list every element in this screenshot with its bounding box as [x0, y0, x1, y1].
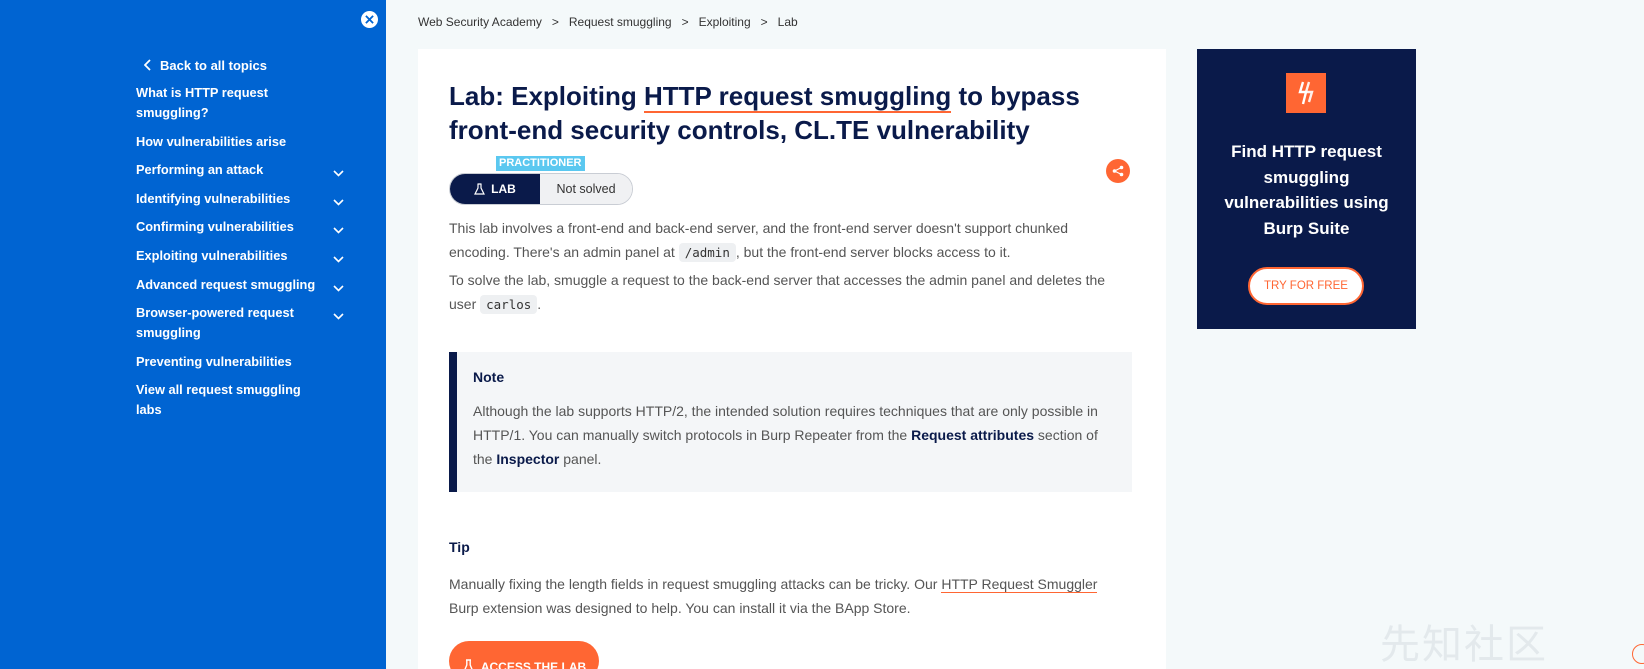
lab-type-badge: LAB [450, 174, 540, 204]
access-the-lab-button[interactable]: ACCESS THE LAB [449, 641, 599, 669]
sidebar-item[interactable]: Browser-powered request smuggling [136, 303, 356, 343]
note-box: Note Although the lab supports HTTP/2, t… [449, 352, 1132, 492]
sidebar-item[interactable]: Confirming vulnerabilities [136, 217, 356, 237]
watermark: 先知社区 [1380, 622, 1548, 668]
sidebar-item[interactable]: Advanced request smuggling [136, 275, 356, 295]
note-title: Note [473, 369, 505, 385]
chevron-down-icon[interactable] [333, 220, 344, 240]
flask-icon [474, 183, 486, 195]
sidebar-item[interactable]: Exploiting vulnerabilities [136, 246, 356, 266]
share-button[interactable] [1106, 159, 1130, 183]
burp-logo-icon [1286, 73, 1326, 113]
text: panel. [559, 451, 602, 467]
chevron-down-icon[interactable] [333, 278, 344, 298]
sidebar-item-label: Browser-powered request smuggling [136, 305, 294, 341]
text: To solve the lab, smuggle a request to t… [449, 272, 1106, 312]
lab-status-pill: LAB Not solved [449, 173, 633, 205]
sidebar-item-label: Confirming vulnerabilities [136, 219, 294, 235]
sidebar-item-label: Performing an attack [136, 162, 264, 178]
breadcrumb-separator: > [551, 15, 559, 29]
access-label: ACCESS THE LAB [480, 660, 587, 669]
sidebar-item[interactable]: What is HTTP request smuggling? [136, 83, 356, 123]
back-label: Back to all topics [160, 57, 267, 73]
chevron-down-icon[interactable] [333, 163, 344, 183]
title-text: Lab: Exploiting [449, 81, 644, 111]
close-icon [365, 15, 374, 24]
request-attributes-text: Request attributes [911, 427, 1035, 443]
text: Burp extension was designed to help. You… [449, 600, 911, 616]
breadcrumb-academy[interactable]: Web Security Academy [418, 15, 542, 29]
chevron-down-icon[interactable] [333, 192, 344, 212]
breadcrumb-separator: > [681, 15, 689, 29]
text: , but the front-end server blocks access… [735, 244, 1011, 260]
description-paragraph: This lab involves a front-end and back-e… [449, 216, 1129, 265]
chevron-down-icon[interactable] [333, 249, 344, 269]
promo-text: Find HTTP request smuggling vulnerabilit… [1224, 142, 1389, 238]
back-to-topics-link[interactable]: Back to all topics [136, 53, 356, 77]
chevron-down-icon[interactable] [333, 306, 344, 326]
sidebar-item-label: Identifying vulnerabilities [136, 190, 291, 206]
sidebar: Back to all topics What is HTTP request … [0, 0, 386, 669]
practitioner-badge: PRACTITIONER [496, 156, 585, 171]
breadcrumb-lab[interactable]: Lab [778, 15, 798, 29]
sidebar-item[interactable]: Preventing vulnerabilities [136, 352, 356, 372]
close-sidebar-button[interactable] [361, 11, 378, 28]
lab-content-card: Lab: Exploiting HTTP request smuggling t… [418, 49, 1166, 669]
sidebar-item-label: Exploiting vulnerabilities [136, 247, 288, 263]
breadcrumb-separator: > [760, 15, 768, 29]
objective-paragraph: To solve the lab, smuggle a request to t… [449, 268, 1129, 317]
admin-path-code: /admin [678, 243, 736, 262]
try-for-free-button[interactable]: TRY FOR FREE [1248, 267, 1364, 305]
carlos-code: carlos [480, 295, 538, 314]
sidebar-item[interactable]: View all request smuggling labs [136, 380, 356, 420]
inspector-text: Inspector [496, 451, 560, 467]
tip-body: Manually fixing the length fields in req… [449, 572, 1129, 620]
text: . [537, 296, 542, 312]
flask-icon [464, 659, 473, 669]
breadcrumb: Web Security Academy > Request smuggling… [418, 15, 798, 29]
sidebar-item[interactable]: Performing an attack [136, 160, 356, 180]
text: Manually fixing the length fields in req… [449, 576, 942, 592]
title-topic-link[interactable]: HTTP request smuggling [644, 81, 952, 113]
http-request-smuggler-link[interactable]: HTTP Request Smuggler [941, 576, 1098, 593]
sidebar-nav: Back to all topics What is HTTP request … [136, 53, 356, 420]
sidebar-item[interactable]: How vulnerabilities arise [136, 132, 356, 152]
share-icon [1112, 165, 1124, 177]
note-body: Although the lab supports HTTP/2, the in… [473, 399, 1113, 471]
tip-title: Tip [449, 539, 470, 555]
lab-type-label: LAB [491, 182, 516, 196]
chevron-left-icon [136, 59, 160, 71]
sidebar-item-label: Preventing vulnerabilities [136, 353, 292, 369]
page-title: Lab: Exploiting HTTP request smuggling t… [449, 79, 1089, 147]
sidebar-item-label: Advanced request smuggling [136, 276, 316, 292]
status-badge: Not solved [540, 174, 632, 204]
sidebar-item-label: How vulnerabilities arise [136, 133, 287, 149]
scroll-to-top-icon[interactable] [1632, 644, 1644, 664]
burp-promo-panel: Find HTTP request smuggling vulnerabilit… [1197, 49, 1416, 329]
sidebar-item-label: View all request smuggling labs [136, 382, 301, 418]
sidebar-item-label: What is HTTP request smuggling? [136, 85, 269, 120]
sidebar-item[interactable]: Identifying vulnerabilities [136, 189, 356, 209]
breadcrumb-exploiting[interactable]: Exploiting [699, 15, 751, 29]
breadcrumb-request-smuggling[interactable]: Request smuggling [569, 15, 672, 29]
